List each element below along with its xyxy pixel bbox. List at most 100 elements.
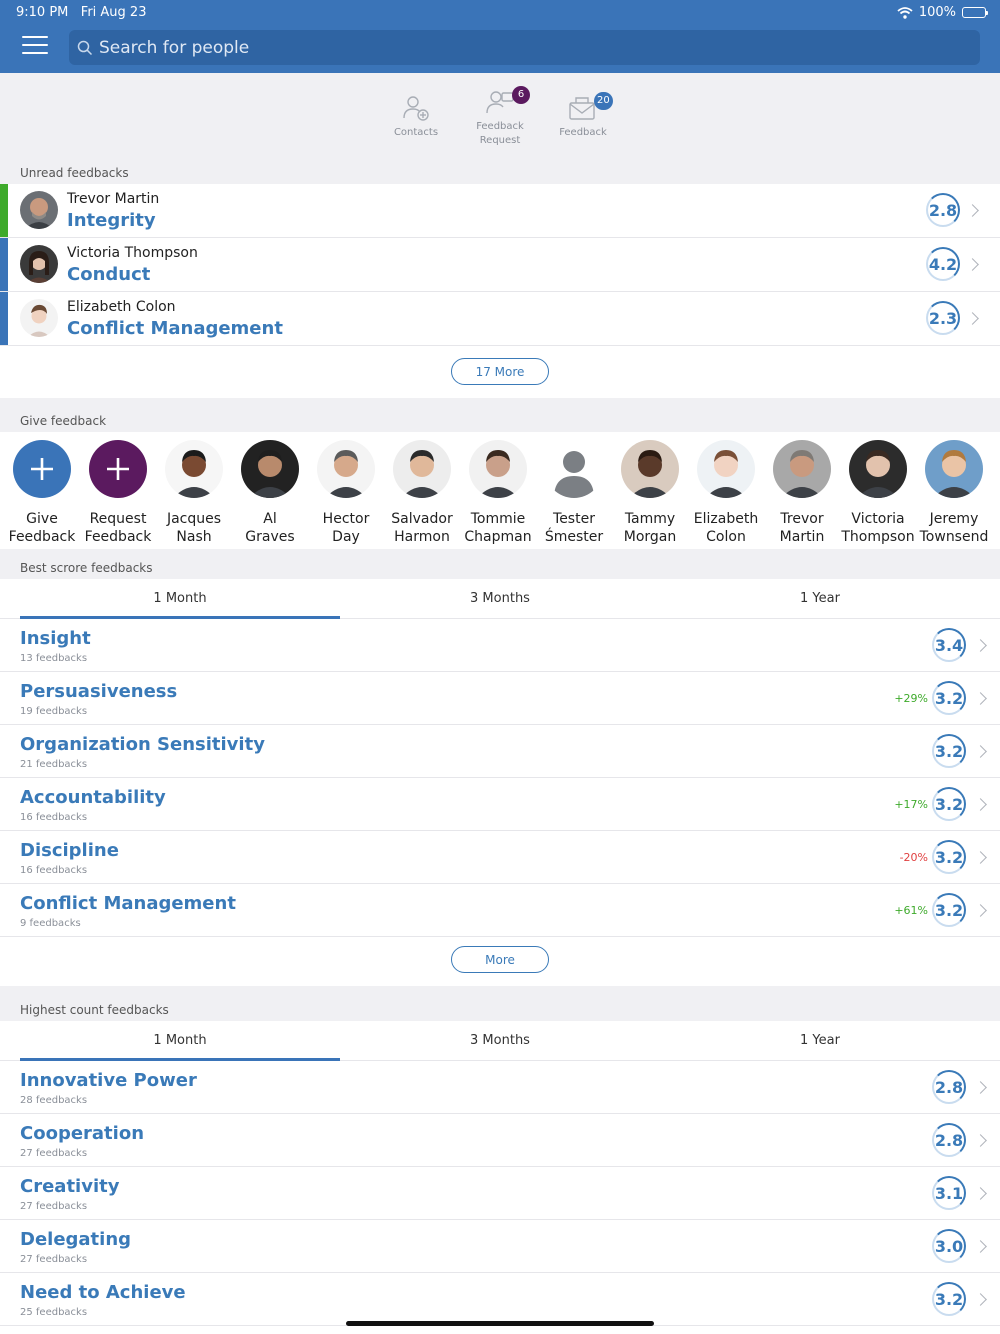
nav-feedback-request[interactable]: 6 Feedback Request bbox=[455, 84, 545, 148]
tab-3-months[interactable]: 3 Months bbox=[340, 579, 660, 619]
topic-count: 27 feedbacks bbox=[20, 1148, 88, 1159]
nav-feedback-request-label-1: Feedback bbox=[476, 121, 524, 132]
feedback-request-icon: 6 bbox=[455, 84, 545, 116]
chevron-right-icon bbox=[966, 204, 979, 217]
highest-count-card: 1 Month 3 Months 1 Year Innovative Power… bbox=[0, 1021, 1000, 1334]
topic-count: 25 feedbacks bbox=[20, 1307, 88, 1318]
avatar bbox=[393, 440, 451, 498]
topic-name: Insight bbox=[20, 628, 91, 649]
topic-row[interactable]: Need to Achieve 25 feedbacks 3.2 bbox=[0, 1273, 1000, 1326]
trend-delta: +17% bbox=[894, 798, 928, 811]
tab-1-year[interactable]: 1 Year bbox=[660, 1021, 980, 1061]
hamburger-menu-icon[interactable] bbox=[22, 36, 48, 58]
search-bar[interactable] bbox=[69, 30, 980, 65]
give-section-label: Give feedback bbox=[20, 414, 107, 428]
chevron-right-icon bbox=[974, 904, 987, 917]
person-trevor-martin[interactable]: Trevor Martin bbox=[764, 440, 840, 546]
tab-1-month[interactable]: 1 Month bbox=[20, 1021, 340, 1061]
person-tammy-morgan[interactable]: Tammy Morgan bbox=[612, 440, 688, 546]
topic-row[interactable]: Conflict Management 9 feedbacks +61% 3.2 bbox=[0, 884, 1000, 937]
request-feedback-button[interactable]: Request Feedback bbox=[80, 440, 156, 546]
unread-topic: Integrity bbox=[67, 210, 156, 231]
chevron-right-icon bbox=[966, 258, 979, 271]
unread-stripe bbox=[0, 292, 8, 345]
best-section-label: Best scrore feedbacks bbox=[20, 561, 153, 575]
contacts-icon bbox=[371, 90, 461, 122]
unread-row[interactable]: Victoria Thompson Conduct 4.2 bbox=[0, 238, 1000, 292]
search-icon bbox=[77, 40, 93, 55]
unread-row[interactable]: Trevor Martin Integrity 2.8 bbox=[0, 184, 1000, 238]
chevron-right-icon bbox=[974, 1134, 987, 1147]
give-feedback-button[interactable]: Give Feedback bbox=[4, 440, 80, 546]
topic-row[interactable]: Innovative Power 28 feedbacks 2.8 bbox=[0, 1061, 1000, 1114]
tab-3-months[interactable]: 3 Months bbox=[340, 1021, 660, 1061]
topic-name: Persuasiveness bbox=[20, 681, 178, 702]
avatar bbox=[849, 440, 907, 498]
chevron-right-icon bbox=[974, 851, 987, 864]
nav-contacts-label: Contacts bbox=[393, 127, 439, 138]
person-victoria-thompson[interactable]: Victoria Thompson bbox=[840, 440, 916, 546]
person-name: Tammy Morgan bbox=[623, 511, 677, 545]
score-badge: 2.8 bbox=[932, 1123, 966, 1157]
person-elizabeth-colon[interactable]: Elizabeth Colon bbox=[688, 440, 764, 546]
request-feedback-label: Request Feedback bbox=[84, 511, 152, 545]
nav-feedback[interactable]: 20 Feedback bbox=[538, 90, 628, 140]
battery-percent: 100% bbox=[918, 5, 956, 20]
person-name: Jeremy Townsend bbox=[919, 511, 989, 545]
chevron-right-icon bbox=[966, 312, 979, 325]
person-name: Victoria Thompson bbox=[841, 511, 915, 545]
person-hector-day[interactable]: Hector Day bbox=[308, 440, 384, 546]
topic-count: 21 feedbacks bbox=[20, 759, 88, 770]
person-salvador-harmon[interactable]: Salvador Harmon bbox=[384, 440, 460, 546]
search-input[interactable] bbox=[99, 37, 959, 58]
topic-row[interactable]: Creativity 27 feedbacks 3.1 bbox=[0, 1167, 1000, 1220]
score-badge: 3.2 bbox=[932, 734, 966, 768]
topic-row[interactable]: Insight 13 feedbacks 3.4 bbox=[0, 619, 1000, 672]
person-name: Trevor Martin bbox=[779, 511, 825, 545]
top-bar: 9:10 PM Fri Aug 23 100% bbox=[0, 0, 1000, 73]
chevron-right-icon bbox=[974, 639, 987, 652]
person-name: Salvador Harmon bbox=[391, 511, 453, 545]
avatar bbox=[773, 440, 831, 498]
topic-row[interactable]: Persuasiveness 19 feedbacks +29% 3.2 bbox=[0, 672, 1000, 725]
person-tommie-chapman[interactable]: Tommie Chapman bbox=[460, 440, 536, 546]
score-badge: 3.2 bbox=[932, 681, 966, 715]
person-name: Al Graves bbox=[245, 511, 295, 545]
unread-row[interactable]: Elizabeth Colon Conflict Management 2.3 bbox=[0, 292, 1000, 346]
avatar bbox=[469, 440, 527, 498]
person-jacques-nash[interactable]: Jacques Nash bbox=[156, 440, 232, 546]
unread-stripe bbox=[0, 184, 8, 237]
nav-feedback-label: Feedback bbox=[559, 127, 607, 138]
topic-row[interactable]: Cooperation 27 feedbacks 2.8 bbox=[0, 1114, 1000, 1167]
topic-row[interactable]: Organization Sensitivity 21 feedbacks 3.2 bbox=[0, 725, 1000, 778]
avatar bbox=[20, 299, 58, 337]
give-feedback-label: Give Feedback bbox=[8, 511, 76, 545]
person-jeremy-townsend[interactable]: Jeremy Townsend bbox=[916, 440, 992, 546]
trend-delta: +61% bbox=[894, 904, 928, 917]
topic-name: Cooperation bbox=[20, 1123, 145, 1144]
topic-row[interactable]: Accountability 16 feedbacks +17% 3.2 bbox=[0, 778, 1000, 831]
topic-name: Delegating bbox=[20, 1229, 132, 1250]
score-badge: 3.2 bbox=[932, 1282, 966, 1316]
status-time: 9:10 PM Fri Aug 23 bbox=[16, 5, 147, 20]
avatar bbox=[20, 245, 58, 283]
score-badge: 2.8 bbox=[926, 193, 960, 227]
topic-row[interactable]: Discipline 16 feedbacks -20% 3.2 bbox=[0, 831, 1000, 884]
topic-row[interactable]: Delegating 27 feedbacks 3.0 bbox=[0, 1220, 1000, 1273]
unread-more-button[interactable]: 17 More bbox=[451, 358, 549, 385]
person-al-graves[interactable]: Al Graves bbox=[232, 440, 308, 546]
topic-name: Accountability bbox=[20, 787, 166, 808]
person-placeholder-icon bbox=[545, 440, 603, 498]
chevron-right-icon bbox=[974, 1293, 987, 1306]
person-name: Tommie Chapman bbox=[464, 511, 532, 545]
unread-name: Trevor Martin bbox=[67, 191, 160, 207]
person-tester-śmester[interactable]: Tester Śmester bbox=[536, 440, 612, 546]
best-more-button[interactable]: More bbox=[451, 946, 549, 973]
tab-1-month[interactable]: 1 Month bbox=[20, 579, 340, 619]
unread-name: Elizabeth Colon bbox=[67, 299, 176, 315]
tab-1-year[interactable]: 1 Year bbox=[660, 579, 980, 619]
feedback-request-badge: 6 bbox=[512, 86, 530, 104]
nav-contacts[interactable]: Contacts bbox=[371, 90, 461, 140]
topic-count: 16 feedbacks bbox=[20, 812, 88, 823]
avatar bbox=[925, 440, 983, 498]
